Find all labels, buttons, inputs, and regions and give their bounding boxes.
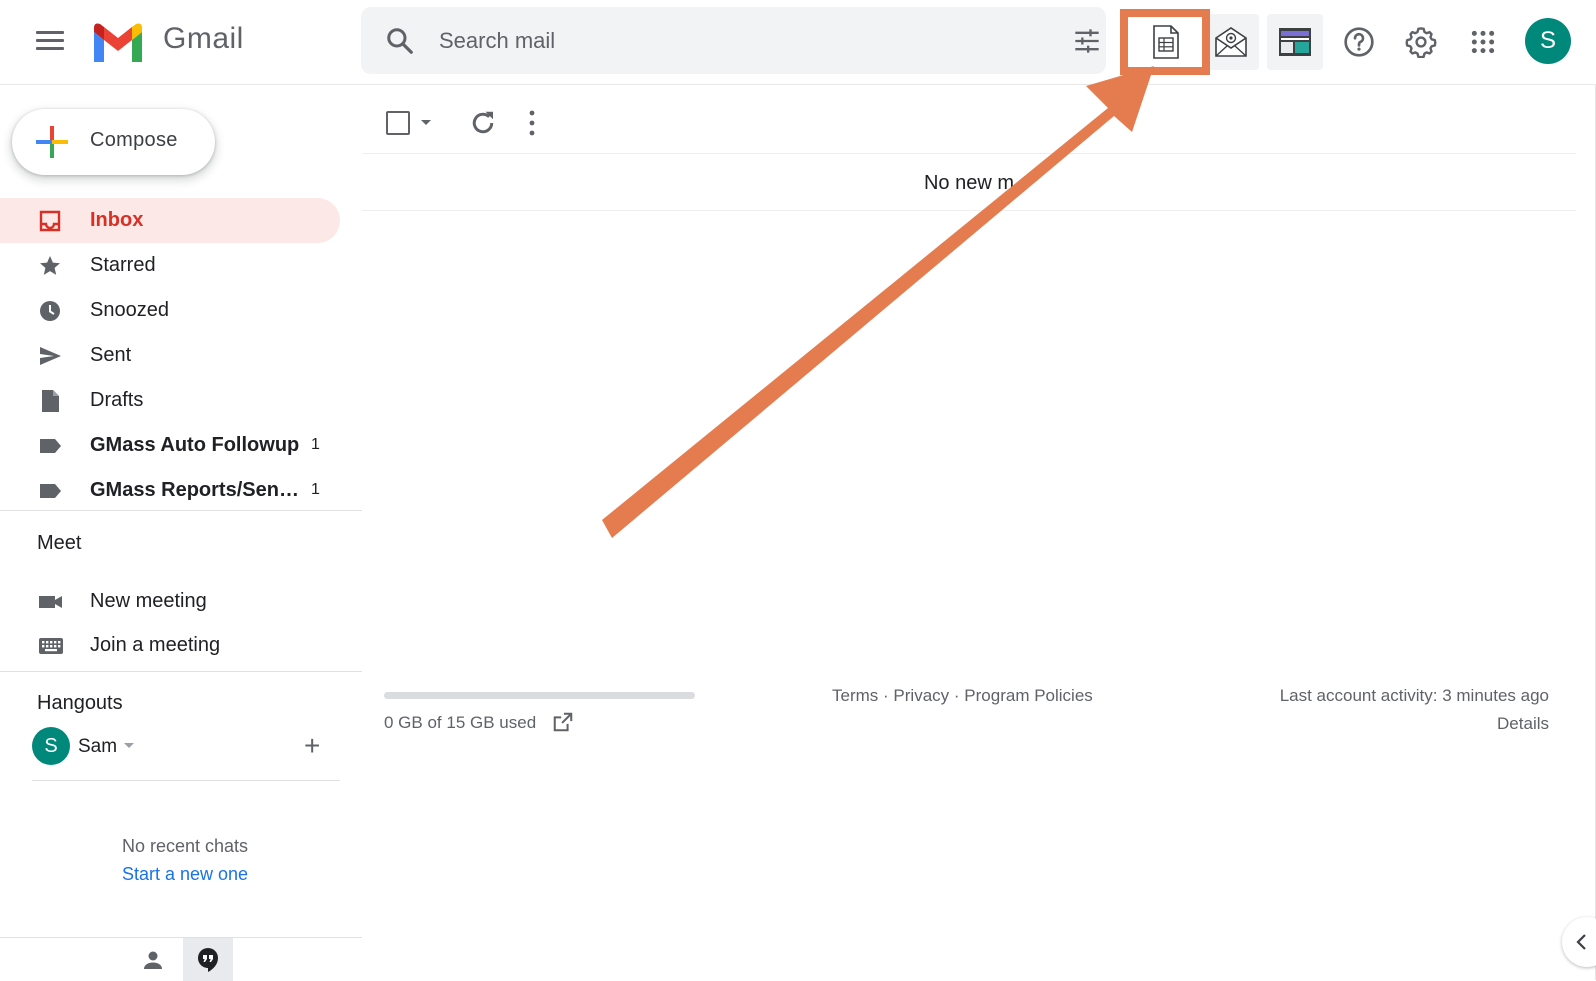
chevron-left-icon [1576, 934, 1586, 950]
nav-label: Snoozed [90, 299, 169, 321]
hangouts-icon [198, 947, 218, 972]
terms-link[interactable]: Terms [832, 686, 878, 705]
help-icon[interactable] [1331, 14, 1387, 70]
nav-item-sent[interactable]: Sent [0, 333, 340, 378]
footer-links: Terms · Privacy · Program Policies [832, 686, 1093, 706]
search-options-icon[interactable] [1072, 27, 1102, 55]
sidebar-divider [0, 510, 362, 511]
nav-label: Inbox [90, 209, 144, 231]
nav-item-snoozed[interactable]: Snoozed [0, 288, 340, 333]
start-new-chat-link[interactable]: Start a new one [0, 864, 370, 885]
main-menu-icon[interactable] [36, 31, 64, 51]
nav-item-gmass-reports[interactable]: GMass Reports/Sen… 1 [0, 468, 340, 513]
unread-count: 1 [311, 481, 320, 498]
compose-label: Compose [90, 129, 178, 151]
hangouts-user: S Sam + [32, 727, 352, 767]
compose-button[interactable]: Compose [12, 109, 215, 175]
hangouts-divider [32, 780, 340, 781]
annotation-highlight-box [1120, 9, 1210, 75]
more-options-icon[interactable] [526, 108, 538, 138]
privacy-link[interactable]: Privacy [893, 686, 949, 705]
label-icon [40, 484, 61, 498]
gmail-logo-icon[interactable] [90, 20, 146, 62]
select-all-checkbox[interactable] [386, 111, 410, 135]
meet-item-label: New meeting [90, 590, 207, 612]
search-input[interactable] [439, 21, 999, 61]
last-account-activity: Last account activity: 3 minutes ago [1279, 686, 1549, 705]
gmass-email-icon[interactable] [1203, 14, 1259, 70]
nav-label: GMass Auto Followup [90, 434, 300, 456]
keyboard-icon [39, 638, 63, 654]
select-options-chevron-down-icon[interactable] [421, 120, 431, 125]
nav-item-starred[interactable]: Starred [0, 243, 340, 288]
empty-inbox-row: No new m [362, 155, 1576, 211]
no-recent-chats: No recent chats [121, 836, 249, 856]
star-icon [40, 256, 60, 275]
hangouts-chat-tab[interactable] [183, 938, 233, 981]
label-icon [40, 439, 61, 453]
nav-label: Sent [90, 344, 132, 366]
activity-details-link[interactable]: Details [1497, 714, 1549, 734]
clock-icon [40, 301, 60, 321]
account-avatar[interactable]: S [1525, 18, 1571, 64]
footer-separator: · [883, 686, 889, 705]
new-chat-plus-icon[interactable]: + [304, 732, 320, 760]
hangouts-section-title: Hangouts [37, 692, 123, 714]
hangouts-user-name[interactable]: Sam [78, 736, 117, 758]
footer-separator: · [953, 686, 960, 705]
program-policies-link[interactable]: Program Policies [964, 686, 1093, 705]
sidebar-bottom-bar [0, 937, 362, 981]
new-meeting-item[interactable]: New meeting [0, 580, 340, 624]
top-header: Gmail Search mail S [0, 0, 1596, 85]
hangouts-avatar[interactable]: S [32, 727, 70, 765]
empty-inbox-message: No new m [923, 172, 1015, 194]
apps-grid-icon[interactable] [1455, 14, 1511, 70]
refresh-icon[interactable] [468, 108, 498, 138]
compose-plus-icon [36, 126, 68, 158]
nav-label: Starred [90, 254, 156, 276]
send-icon [40, 347, 61, 365]
search-bar [361, 7, 1106, 74]
video-camera-icon [39, 596, 62, 608]
nav-label: GMass Reports/Sen… [90, 479, 299, 501]
inbox-icon [39, 210, 61, 232]
meet-section-title: Meet [37, 532, 82, 554]
external-link-icon[interactable] [552, 711, 574, 733]
mail-nav: Inbox Starred Snoozed Sent Drafts GMass … [0, 198, 340, 513]
app-name: Gmail [163, 22, 244, 55]
storage-progress-bar [384, 692, 695, 699]
gmail-window: Gmail Search mail S Compose Inbox Starre… [0, 0, 1596, 981]
search-icon[interactable] [385, 26, 415, 56]
nav-item-drafts[interactable]: Drafts [0, 378, 340, 423]
chevron-down-icon[interactable] [124, 743, 134, 748]
storage-usage-text: 0 GB of 15 GB used [384, 713, 537, 732]
settings-gear-icon[interactable] [1393, 14, 1449, 70]
nav-item-gmass-auto-followup[interactable]: GMass Auto Followup 1 [0, 423, 340, 468]
gmass-dashboard-icon[interactable] [1267, 14, 1323, 70]
unread-count: 1 [311, 436, 320, 453]
nav-label: Drafts [90, 389, 144, 411]
draft-icon [42, 390, 59, 412]
join-meeting-item[interactable]: Join a meeting [0, 624, 340, 668]
side-panel-toggle[interactable] [1562, 917, 1596, 967]
nav-item-inbox[interactable]: Inbox [0, 198, 340, 243]
meet-item-label: Join a meeting [90, 634, 221, 656]
sidebar-divider [0, 671, 362, 672]
mail-toolbar [362, 100, 1576, 154]
contacts-person-icon[interactable] [140, 948, 166, 972]
